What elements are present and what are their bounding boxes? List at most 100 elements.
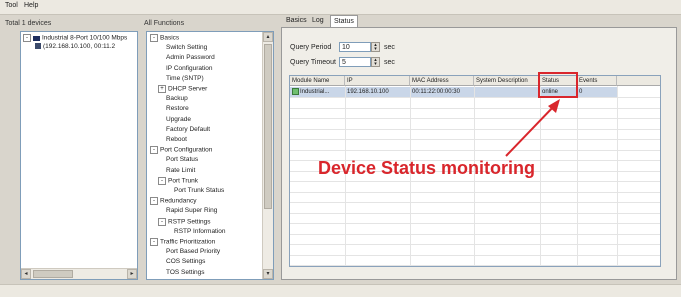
functions-vscroll[interactable]: ▴ ▾ — [262, 32, 273, 279]
function-item-label: Factory Default — [166, 125, 211, 133]
hscroll-thumb[interactable] — [33, 270, 73, 278]
function-item[interactable]: + DHCP Server — [158, 85, 207, 94]
query-period-unit: sec — [384, 44, 395, 51]
scroll-left-icon[interactable]: ◂ — [21, 269, 31, 279]
cell-mac: 00:11:22:00:00:30 — [410, 87, 474, 97]
function-item-label: Basics — [160, 34, 180, 42]
menu-tool[interactable]: Tool — [5, 2, 18, 9]
function-item-label: Redundancy — [160, 197, 197, 205]
function-item-label: Time (SNTP) — [166, 74, 204, 82]
function-item-label: Port Based Priority — [166, 248, 221, 256]
query-timeout-label: Query Timeout — [290, 59, 336, 66]
function-item-label: RSTP Settings — [168, 218, 211, 226]
function-item[interactable]: - Port Configuration — [150, 146, 212, 155]
collapse-icon[interactable]: - — [158, 176, 166, 185]
tree-root[interactable]: - Industrial 8-Port 10/100 Mbps — [23, 34, 127, 43]
function-item-label: Port Status — [166, 156, 199, 164]
function-item[interactable]: RSTP Information — [174, 228, 226, 236]
collapse-icon[interactable]: - — [150, 197, 158, 206]
collapse-icon[interactable]: - — [158, 217, 166, 226]
function-item-label: Port Trunk Status — [174, 187, 225, 194]
function-item[interactable]: - Redundancy — [150, 197, 197, 206]
function-item[interactable]: - Basics — [150, 34, 179, 43]
function-item-label: RSTP Information — [174, 227, 226, 235]
query-timeout-spin-icon[interactable]: ▴ ▾ — [371, 57, 380, 67]
cell-module-name: Industrial... — [290, 87, 345, 97]
col-header-mac[interactable]: MAC Address — [410, 76, 474, 86]
function-item[interactable]: Rapid Super Ring — [166, 207, 217, 215]
function-item[interactable]: Switch Setting — [166, 44, 207, 52]
annotation-arrow — [505, 99, 560, 157]
function-item-label: Port Configuration — [160, 146, 213, 154]
collapse-icon[interactable]: - — [150, 238, 158, 246]
function-item-label: Rapid Super Ring — [166, 207, 218, 215]
functions-label: All Functions — [144, 20, 185, 27]
col-header-module-name[interactable]: Module Name — [290, 76, 345, 86]
function-item[interactable]: Backup — [166, 95, 188, 103]
device-address-label: (192.168.10.100, 00:11.2 — [43, 43, 116, 50]
scroll-up-icon[interactable]: ▴ — [263, 32, 273, 42]
cell-events: 0 — [577, 87, 617, 97]
menu-bar: Tool Help — [0, 0, 681, 15]
query-timeout-input[interactable]: 5 — [339, 57, 371, 67]
function-item-label: Upgrade — [166, 115, 191, 123]
function-item[interactable]: - RSTP Settings — [158, 217, 211, 227]
function-item-label: Switch Setting — [166, 44, 208, 52]
function-item[interactable]: Rate Limit — [166, 167, 195, 175]
function-item[interactable]: Restore — [166, 105, 189, 113]
functions-tree[interactable]: - Basics Switch Setting Admin Password IP Co… — [146, 31, 274, 280]
grid-col-line — [577, 86, 578, 266]
collapse-icon[interactable]: - — [23, 34, 31, 42]
function-item[interactable]: Factory Default — [166, 126, 210, 134]
device-root-label: Industrial 8-Port 10/100 Mbps — [42, 34, 128, 42]
function-item[interactable]: Admin Password — [166, 54, 215, 62]
col-header-ip[interactable]: IP — [345, 76, 410, 86]
function-item[interactable]: IP Configuration — [166, 65, 213, 73]
scroll-down-icon[interactable]: ▾ — [263, 269, 273, 279]
query-period-input[interactable]: 10 — [339, 42, 371, 52]
query-timeout-unit: sec — [384, 59, 395, 66]
function-item-label: Backup — [166, 95, 188, 103]
tree-device[interactable]: (192.168.10.100, 00:11.2 — [35, 43, 115, 51]
function-item-label: Port Trunk — [168, 177, 198, 185]
devices-label: Total 1 devices — [5, 20, 52, 27]
function-item[interactable]: COS Settings — [166, 258, 205, 266]
vscroll-thumb[interactable] — [264, 44, 272, 209]
function-item-label: TOS Settings — [166, 268, 205, 276]
collapse-icon[interactable]: - — [150, 34, 158, 42]
tab-log[interactable]: Log — [309, 15, 327, 27]
function-item-label: Traffic Prioritization — [160, 238, 216, 246]
function-item[interactable]: Port Trunk Status — [174, 187, 224, 195]
collapse-icon[interactable]: - — [150, 146, 158, 155]
col-header-description[interactable]: System Description — [474, 76, 540, 86]
function-item[interactable]: - Port Trunk — [158, 176, 198, 186]
expand-icon[interactable]: + — [158, 85, 166, 93]
function-item[interactable]: Upgrade — [166, 116, 191, 124]
function-item[interactable]: TOS Settings — [166, 269, 205, 277]
query-period-label: Query Period — [290, 44, 332, 51]
device-tree-hscroll[interactable]: ◂ ▸ — [21, 268, 137, 279]
cell-ip: 192.168.10.100 — [345, 87, 410, 97]
query-period-spin-icon[interactable]: ▴ ▾ — [371, 42, 380, 52]
function-item-label: Rate Limit — [166, 166, 196, 174]
function-item[interactable]: Port Based Priority — [166, 248, 220, 256]
function-item[interactable]: Port Status — [166, 156, 198, 164]
status-bar — [0, 284, 681, 297]
grid-col-line — [617, 86, 618, 266]
function-item-label: Reboot — [166, 136, 187, 143]
tab-basics[interactable]: Basics — [283, 15, 310, 27]
checkbox-icon[interactable] — [292, 87, 299, 95]
function-item-label: Restore — [166, 105, 189, 113]
scroll-right-icon[interactable]: ▸ — [127, 269, 137, 279]
function-item[interactable]: Reboot — [166, 136, 187, 144]
function-item-label: COS Settings — [166, 258, 206, 266]
function-item-label: IP Configuration — [166, 64, 213, 72]
menu-help[interactable]: Help — [24, 2, 38, 9]
function-item-label: Admin Password — [166, 54, 215, 62]
col-header-events[interactable]: Events — [577, 76, 617, 86]
function-item[interactable]: Time (SNTP) — [166, 75, 204, 83]
status-highlight-box — [538, 72, 578, 98]
col-header-filler — [617, 76, 660, 86]
device-tree[interactable]: - Industrial 8-Port 10/100 Mbps (192.168.… — [20, 31, 138, 280]
function-item[interactable]: - Traffic Prioritization — [150, 238, 215, 247]
